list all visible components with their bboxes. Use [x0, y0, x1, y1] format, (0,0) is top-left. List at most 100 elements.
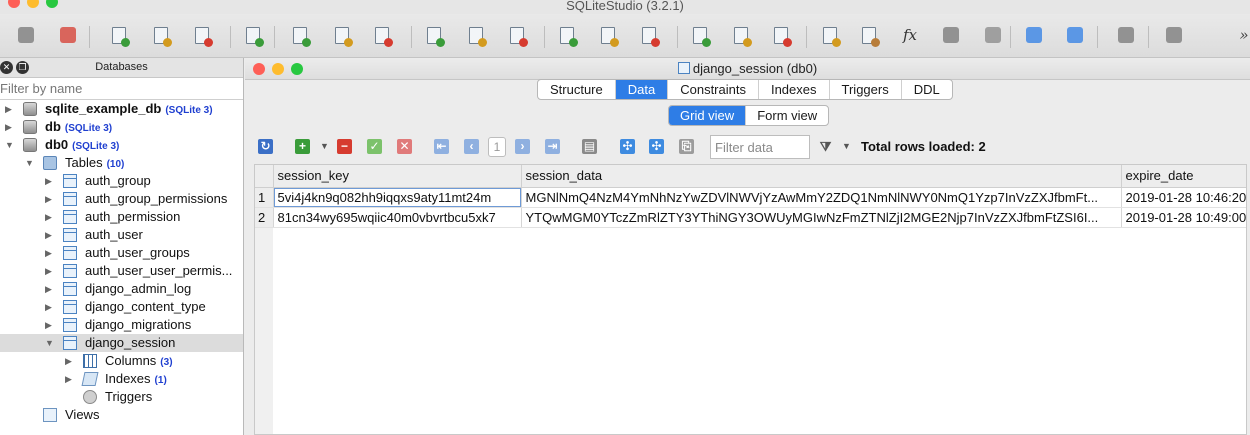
collapse-arrow-icon[interactable]: ▼: [5, 136, 15, 154]
more-button[interactable]: »: [1233, 24, 1250, 46]
create-view-button[interactable]: [689, 24, 711, 47]
expand-arrow-icon[interactable]: ▶: [45, 190, 55, 208]
expand-arrow-icon[interactable]: ▶: [5, 100, 15, 118]
delete-db-button[interactable]: [191, 24, 213, 47]
edit-view-button[interactable]: [730, 24, 752, 47]
expand-arrow-icon[interactable]: ▶: [45, 280, 55, 298]
form-view-tab[interactable]: Form view: [746, 106, 828, 125]
cell-expire_date[interactable]: 2019-01-28 10:46:20: [1121, 186, 1246, 208]
tree-item[interactable]: Triggers: [0, 388, 243, 406]
cell-expire_date[interactable]: 2019-01-28 10:49:00: [1121, 207, 1246, 228]
tab-data[interactable]: Data: [615, 80, 669, 99]
filter-mode-chevron-icon[interactable]: ▼: [839, 139, 854, 154]
fit-columns-icon[interactable]: ✣: [620, 139, 635, 154]
tab-triggers[interactable]: Triggers: [830, 80, 902, 99]
tree-item[interactable]: ▼ django_session: [0, 334, 243, 352]
tile-windows-button[interactable]: [1023, 24, 1045, 46]
expand-arrow-icon[interactable]: ▶: [45, 208, 55, 226]
table-row[interactable]: 2 81cn34wy695wqiic40m0vbvrtbcu5xk7 YTQwMGM…: [255, 207, 1246, 228]
tree-item[interactable]: ▶ Indexes (1): [0, 370, 243, 388]
fit-rows-icon[interactable]: ✣: [649, 139, 664, 154]
tab-structure[interactable]: Structure: [538, 80, 616, 99]
import-button[interactable]: [858, 24, 880, 47]
expand-arrow-icon[interactable]: ▶: [45, 298, 55, 316]
connect-db-button[interactable]: [15, 24, 37, 46]
expand-arrow-icon[interactable]: ▶: [45, 172, 55, 190]
layout-button[interactable]: [1163, 24, 1185, 46]
tree-item[interactable]: ▶ auth_user_user_permis...: [0, 262, 243, 280]
tab-constraints[interactable]: Constraints: [668, 80, 759, 99]
refresh-db-button[interactable]: [242, 24, 264, 47]
disconnect-db-button[interactable]: [57, 24, 79, 46]
expand-arrow-icon[interactable]: ▶: [65, 370, 75, 388]
create-table-button[interactable]: [289, 24, 311, 47]
refresh-data-icon[interactable]: ↻: [258, 139, 273, 154]
tree-item[interactable]: ▶ auth_group: [0, 172, 243, 190]
sql-editor-button[interactable]: [819, 24, 841, 47]
tree-item[interactable]: ▼ db0 (SQLite 3): [0, 136, 243, 154]
tree-item[interactable]: ▶ django_content_type: [0, 298, 243, 316]
cascade-windows-button[interactable]: [1064, 24, 1086, 46]
collapse-arrow-icon[interactable]: ▼: [25, 154, 35, 172]
column-header-session_data[interactable]: session_data: [521, 165, 1122, 188]
preferences-button[interactable]: [1115, 24, 1137, 46]
expand-arrow-icon[interactable]: ▶: [45, 316, 55, 334]
delete-row-icon[interactable]: −: [337, 139, 352, 154]
tree-item[interactable]: Views: [0, 406, 243, 424]
extensions-button[interactable]: [982, 24, 1004, 46]
data-filter-input[interactable]: [710, 135, 810, 159]
collapse-arrow-icon[interactable]: ▼: [45, 334, 55, 352]
tree-item[interactable]: ▶ db (SQLite 3): [0, 118, 243, 136]
db-filter-input[interactable]: [0, 78, 243, 99]
tree-item[interactable]: ▶ django_migrations: [0, 316, 243, 334]
last-page-icon[interactable]: ⇥: [545, 139, 560, 154]
row-number[interactable]: 2: [255, 207, 274, 228]
tree-item[interactable]: ▼ Tables (10): [0, 154, 243, 172]
edit-trigger-button[interactable]: [597, 24, 619, 47]
collations-button[interactable]: [940, 24, 962, 46]
create-index-button[interactable]: [423, 24, 445, 47]
expand-arrow-icon[interactable]: ▶: [45, 262, 55, 280]
expand-arrow-icon[interactable]: ▶: [65, 352, 75, 370]
map-columns-icon[interactable]: ⎘: [679, 139, 694, 154]
tree-item[interactable]: ▶ django_admin_log: [0, 280, 243, 298]
cell-session_key[interactable]: 5vi4j4kn9q082hh9iqqxs9aty11mt24m: [273, 186, 522, 208]
grid-view-tab[interactable]: Grid view: [669, 106, 747, 125]
first-page-icon[interactable]: ⇤: [434, 139, 449, 154]
tree-item[interactable]: ▶ auth_user_groups: [0, 244, 243, 262]
tab-indexes[interactable]: Indexes: [759, 80, 830, 99]
commit-icon[interactable]: ✓: [367, 139, 382, 154]
page-number-input[interactable]: 1: [488, 137, 506, 157]
create-trigger-button[interactable]: [556, 24, 578, 47]
print-icon[interactable]: ▤: [582, 139, 597, 154]
tree-item[interactable]: ▶ sqlite_example_db (SQLite 3): [0, 100, 243, 118]
edit-db-button[interactable]: [150, 24, 172, 47]
edit-index-button[interactable]: [465, 24, 487, 47]
expand-arrow-icon[interactable]: ▶: [45, 244, 55, 262]
rollback-icon[interactable]: ✕: [397, 139, 412, 154]
next-page-icon[interactable]: ›: [515, 139, 530, 154]
expand-arrow-icon[interactable]: ▶: [45, 226, 55, 244]
insert-row-menu-chevron-icon[interactable]: ▼: [317, 139, 332, 154]
cell-session_key[interactable]: 81cn34wy695wqiic40m0vbvrtbcu5xk7: [273, 207, 522, 228]
row-number[interactable]: 1: [255, 187, 274, 208]
add-db-button[interactable]: [108, 24, 130, 47]
prev-page-icon[interactable]: ‹: [464, 139, 479, 154]
cell-session_data[interactable]: MGNlNmQ4NzM4YmNhNzYwZDVlNWVjYzAwMmY2ZDQ1…: [521, 186, 1122, 208]
tree-item[interactable]: ▶ auth_user: [0, 226, 243, 244]
tree-item[interactable]: ▶ Columns (3): [0, 352, 243, 370]
insert-row-icon[interactable]: +: [295, 139, 310, 154]
delete-trigger-button[interactable]: [638, 24, 660, 47]
column-header-session_key[interactable]: session_key: [273, 165, 522, 188]
expand-arrow-icon[interactable]: ▶: [5, 118, 15, 136]
table-row[interactable]: 1 5vi4j4kn9q082hh9iqqxs9aty11mt24m MGNlNmQ…: [255, 186, 1246, 208]
edit-table-button[interactable]: [331, 24, 353, 47]
tree-item[interactable]: ▶ auth_group_permissions: [0, 190, 243, 208]
delete-index-button[interactable]: [506, 24, 528, 47]
column-header-expire_date[interactable]: expire_date: [1121, 165, 1246, 188]
delete-table-button[interactable]: [371, 24, 393, 47]
cell-session_data[interactable]: YTQwMGM0YTczZmRlZTY3YThiNGY3OWUyMGIwNzFm…: [521, 207, 1122, 228]
tab-ddl[interactable]: DDL: [902, 80, 952, 99]
functions-button[interactable]: fx: [899, 24, 921, 46]
tree-item[interactable]: ▶ auth_permission: [0, 208, 243, 226]
